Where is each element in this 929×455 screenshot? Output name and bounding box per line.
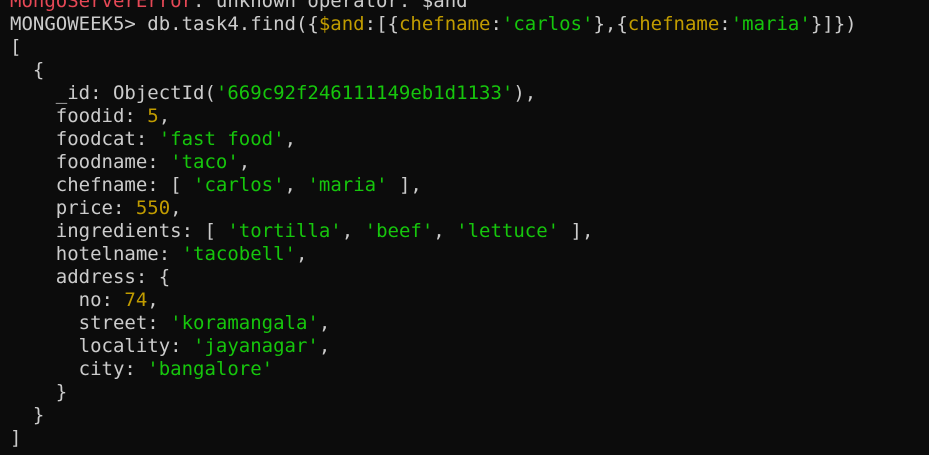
terminal-line: _id: ObjectId('669c92f246111149eb1d1133'… [10,82,857,105]
terminal-text-segment: 'tortilla' [227,220,342,242]
terminal-text-segment: no: [10,289,125,311]
terminal-text-segment: 'bangalore' [147,358,274,380]
terminal-text-segment: ), [513,82,537,104]
terminal-text-segment: 'carlos' [501,13,594,35]
terminal-text-segment: 'beef' [364,220,434,242]
terminal-text-segment: MONGOWEEK5> db.task4.find({ [10,13,319,35]
terminal-line: street: 'koramangala', [10,312,857,335]
terminal-text-segment: , [147,289,159,311]
terminal-text-segment: { [10,59,45,81]
terminal-text-segment: } [10,381,68,403]
terminal-text-segment: 550 [135,197,171,219]
terminal-text-segment: foodname: [10,151,171,173]
terminal-line: } [10,381,857,404]
terminal-text-segment: street: [10,312,171,334]
terminal-line: locality: 'jayanagar', [10,335,857,358]
terminal-line: address: { [10,266,857,289]
terminal-text-segment: } [10,404,45,426]
terminal-text-segment: price: [10,197,136,219]
terminal-line: { [10,59,857,82]
terminal-text-segment: 5 [147,105,159,127]
terminal-text-segment: ] [10,427,22,449]
terminal-text-segment: : [490,13,502,35]
terminal-text-segment: , [295,243,308,265]
terminal-text-segment: 'jayanagar' [193,335,319,357]
terminal-text-segment: , [318,312,331,334]
terminal-text-segment: '669c92f246111149eb1d1133' [215,82,514,104]
terminal-text-segment: chefname: [ [10,174,194,196]
terminal-text-segment: 'maria' [730,13,811,35]
terminal-text-segment: , [284,128,297,150]
terminal-line: ] [10,427,857,450]
terminal-text-segment: , [238,151,251,173]
terminal-text-segment: ingredients: [ [10,220,228,242]
terminal-text-segment: [ [10,36,22,58]
terminal-line: MONGOWEEK5> db.task4.find({$and:[{chefna… [10,13,857,36]
terminal-line: foodname: 'taco', [10,151,857,174]
terminal-text-segment: address: { [10,266,171,288]
terminal-text-segment: city: [10,358,148,380]
terminal-text-segment: foodcat: [10,128,159,150]
terminal-text-segment: : unknown operator: $and [193,0,468,12]
terminal-line: foodcat: 'fast food', [10,128,857,151]
terminal-text-segment: 'taco' [170,151,239,173]
terminal-window[interactable]: MongoServerError: unknown operator: $and… [0,0,929,455]
terminal-text-segment: hotelname: [10,243,182,265]
terminal-text-segment: ], [559,220,594,242]
terminal-text-segment: 'tacobell' [181,243,296,265]
terminal-line: foodid: 5, [10,105,857,128]
terminal-text-segment: : [719,13,731,35]
terminal-text-segment: }]}) [810,13,857,35]
terminal-text-segment: , [158,105,171,127]
terminal-text-segment: , [284,174,308,196]
terminal-text-segment: },{ [593,13,628,35]
terminal-text-segment: 74 [124,289,148,311]
terminal-text-segment: ], [387,174,422,196]
terminal-text-segment: $and [318,13,365,35]
terminal-text-segment: _id: ObjectId( [10,82,216,104]
terminal-text-segment: foodid: [10,105,148,127]
terminal-text-segment: 'lettuce' [456,220,560,242]
terminal-line: hotelname: 'tacobell', [10,243,857,266]
terminal-line: chefname: [ 'carlos', 'maria' ], [10,174,857,197]
terminal-line: ingredients: [ 'tortilla', 'beef', 'lett… [10,220,857,243]
terminal-text-segment: , [433,220,457,242]
terminal-output: MongoServerError: unknown operator: $and… [10,0,857,450]
terminal-text-segment: 'carlos' [193,174,285,196]
terminal-line: } [10,404,857,427]
terminal-line: MongoServerError: unknown operator: $and [10,0,857,13]
terminal-text-segment: MongoServerError [10,0,194,12]
terminal-text-segment: locality: [10,335,194,357]
terminal-text-segment: , [341,220,365,242]
terminal-text-segment: , [170,197,182,219]
terminal-text-segment: 'fast food' [158,128,285,150]
terminal-text-segment: , [318,335,331,357]
terminal-line: [ [10,36,857,59]
terminal-line: price: 550, [10,197,857,220]
terminal-text-segment: 'koramangala' [170,312,319,334]
terminal-line: no: 74, [10,289,857,312]
terminal-text-segment: chefname [627,13,720,35]
terminal-line: city: 'bangalore' [10,358,857,381]
terminal-text-segment: chefname [398,13,491,35]
terminal-text-segment: :[{ [364,13,399,35]
terminal-text-segment: 'maria' [307,174,388,196]
